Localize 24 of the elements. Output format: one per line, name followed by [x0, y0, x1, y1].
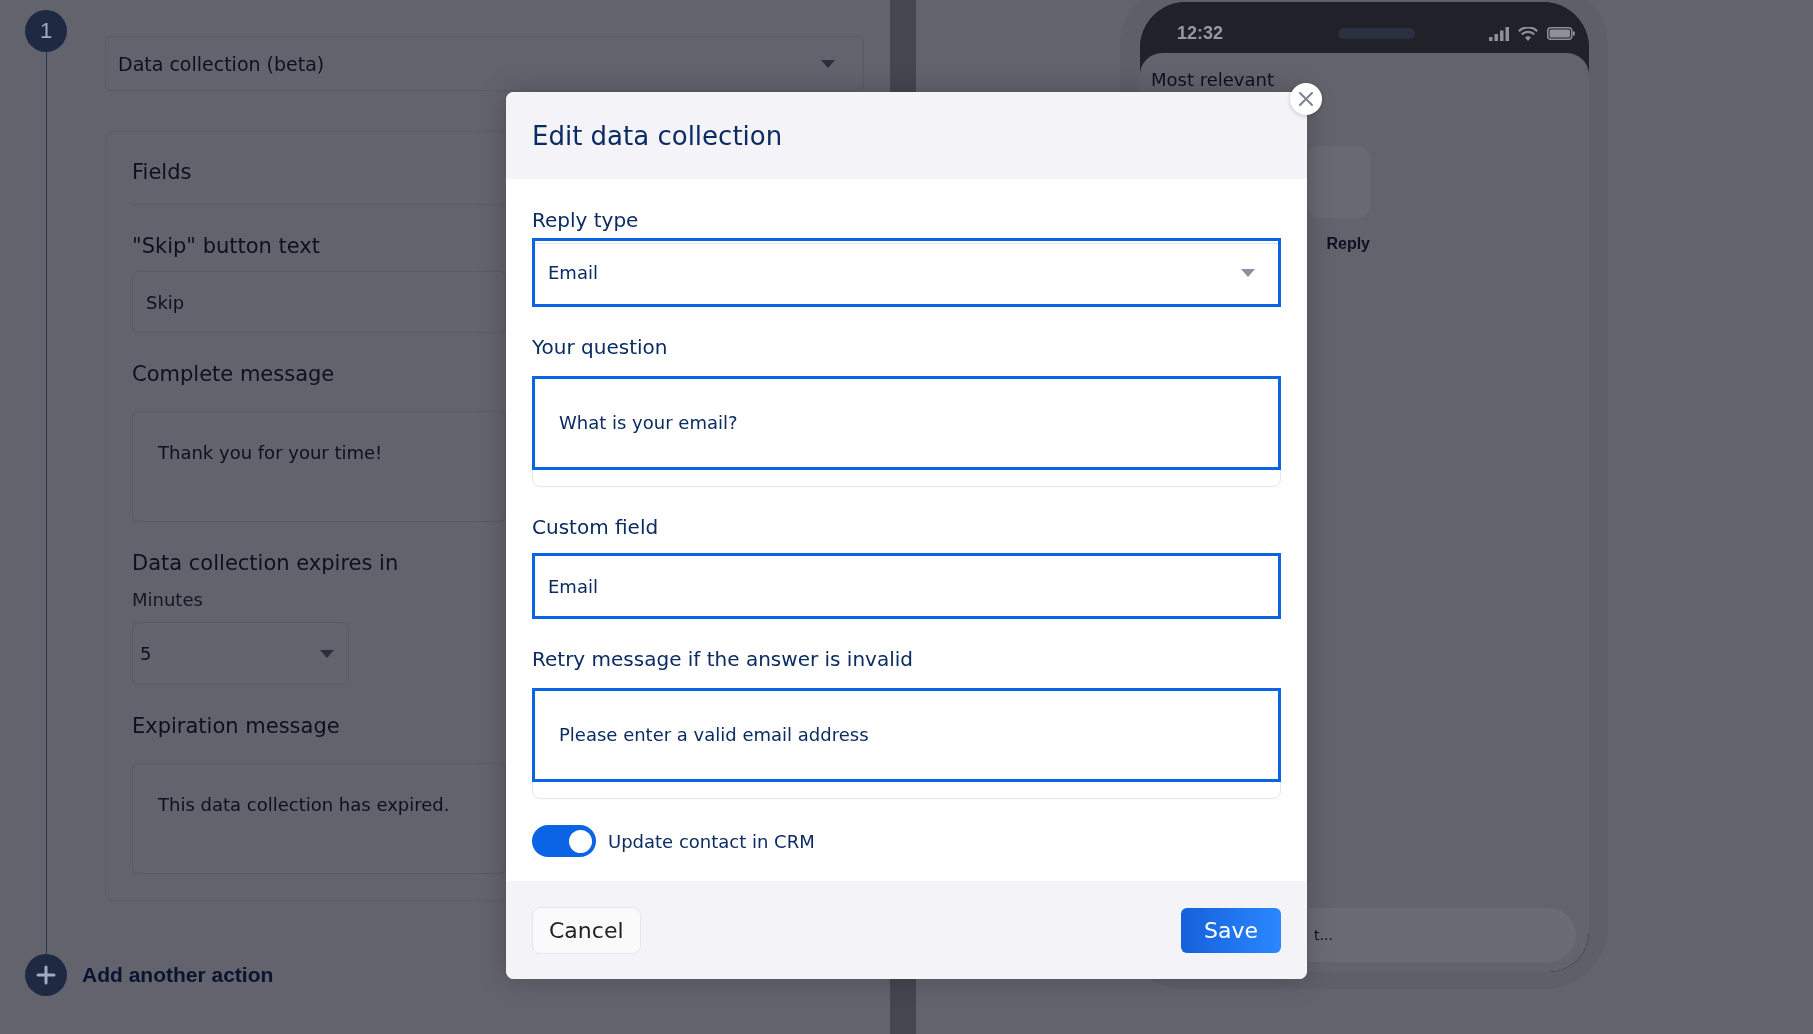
field-label: "Skip" button text: [132, 233, 321, 260]
unit-label: Minutes: [132, 588, 203, 612]
field-label: Custom field: [532, 514, 659, 541]
image-tile[interactable]: [1308, 146, 1370, 218]
field-label: Your question: [532, 334, 668, 361]
section-heading: Most relevant: [1151, 69, 1274, 91]
step-number: 1: [25, 10, 67, 52]
wifi-icon: [1518, 26, 1538, 41]
status-time: 12:32: [1177, 23, 1225, 44]
field-label: Reply type: [532, 207, 639, 234]
toggle-label: Update contact in CRM: [608, 830, 815, 852]
signal-icon: [1489, 26, 1509, 41]
field-label: Data collection expires in: [132, 550, 399, 577]
field-label: Retry message if the answer is invalid: [532, 646, 913, 673]
add-icon[interactable]: [25, 954, 67, 996]
field-label: Expiration message: [132, 713, 340, 740]
battery-icon: [1547, 27, 1575, 40]
caret-icon: [821, 59, 835, 68]
field-label: Complete message: [132, 361, 335, 388]
section-title: Fields: [132, 159, 192, 186]
message-field[interactable]: t...: [1308, 908, 1576, 962]
action-select[interactable]: Data collection (beta): [105, 36, 864, 91]
dialog-title: Edit data collection: [532, 120, 783, 151]
reply-label: Reply: [1326, 234, 1370, 254]
